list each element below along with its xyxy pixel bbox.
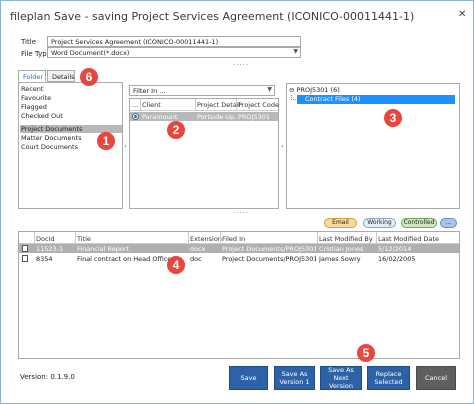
column-divider (34, 232, 35, 243)
save-button[interactable]: Save (229, 366, 268, 390)
modified-date-cell: 5/12/2014 (378, 245, 412, 253)
annotation-badge-6: 6 (80, 68, 98, 86)
document-icon (22, 245, 28, 252)
button-label-line: Replace (375, 370, 402, 378)
column-header[interactable]: Project Detail (197, 101, 240, 109)
column-divider (188, 232, 189, 243)
replace-selected-button[interactable]: Replace Selected (367, 366, 410, 390)
collapse-icon[interactable]: ⊖ (289, 86, 294, 94)
filed-in-cell: Project Documents/PROJ5301/P... (222, 245, 316, 253)
window-title: fileplan Save - saving Project Services … (10, 10, 415, 23)
modified-by-cell: James Sowry (319, 255, 361, 263)
tab-details[interactable]: Details (47, 70, 75, 82)
column-header[interactable]: Last Modified Date (378, 235, 439, 243)
annotation-badge-3: 3 (384, 109, 402, 127)
annotation-badge-4: 4 (167, 256, 185, 274)
column-header[interactable]: Filed In (222, 235, 245, 243)
column-divider (140, 99, 141, 110)
tree-connector (291, 95, 296, 100)
document-icon (22, 255, 28, 262)
annotation-badge-1: 1 (97, 132, 115, 150)
cancel-button-label: Cancel (424, 374, 448, 382)
client-table: ... Client Project Detail Project Code P… (129, 98, 279, 209)
filter-select[interactable]: Filter In ... ▼ (129, 85, 275, 96)
column-header[interactable]: ... (132, 101, 138, 109)
list-item[interactable]: Court Documents (21, 143, 78, 151)
filetype-select[interactable]: Word Document(*.docx) ▼ (47, 47, 301, 58)
column-header[interactable]: DocId (36, 235, 55, 243)
extension-cell: doc (190, 255, 202, 263)
title-cell: Final contract on Head Office (77, 255, 172, 263)
folder-tree-panel: ⊖ PROJ5301 (6) Contract Files (4) (286, 83, 460, 209)
splitter-handle[interactable]: ..... (233, 207, 249, 215)
column-header[interactable]: Project Code (238, 101, 279, 109)
chevron-down-icon: ▼ (267, 86, 272, 93)
button-label-line: Save As Next (328, 366, 354, 382)
button-label-line: Version 1 (279, 378, 310, 386)
list-item[interactable]: Flagged (21, 103, 47, 111)
filed-in-cell: Project Documents/PROJ5301/P... (222, 255, 316, 263)
working-filter-pill[interactable]: Working (363, 218, 396, 228)
controlled-filter-pill[interactable]: Controlled (401, 218, 437, 228)
radio-button[interactable] (132, 113, 139, 120)
annotation-badge-2: 2 (167, 121, 185, 139)
chevron-down-icon: ▼ (293, 48, 298, 55)
tab-folder[interactable]: Folder (18, 70, 46, 82)
client-cell: Paramount (142, 113, 178, 121)
column-header[interactable]: Title (77, 235, 91, 243)
version-text: Version: 0.1.9.0 (20, 373, 75, 381)
column-header[interactable]: Last Modified By (319, 235, 373, 243)
table-row[interactable]: Paramount Portside Up... PROJ5301 (130, 112, 278, 121)
column-divider (376, 232, 377, 243)
save-dialog: fileplan Save - saving Project Services … (0, 0, 474, 404)
modified-by-cell: Cristian Jones (319, 245, 364, 253)
annotation-badge-5: 5 (357, 344, 375, 362)
save-as-next-version-button[interactable]: Save As Next Version (320, 366, 362, 390)
more-filter-pill[interactable]: ... (440, 218, 457, 228)
detail-cell: Portside Up... (197, 113, 236, 121)
docid-cell: 8354 (36, 255, 53, 263)
column-divider (75, 232, 76, 243)
button-label-line: Version (329, 382, 353, 390)
column-divider (236, 99, 237, 110)
splitter-handle[interactable]: ..... (233, 59, 249, 67)
cancel-button[interactable]: Cancel (416, 366, 456, 390)
documents-table: DocId Title Extension Filed In Last Modi… (18, 231, 460, 359)
radio-dot-icon (134, 115, 137, 118)
docid-cell: 11523-1 (36, 245, 64, 253)
tree-node-selected[interactable]: Contract Files (4) (297, 95, 455, 104)
column-divider (220, 232, 221, 243)
table-row[interactable]: 11523-1 Financial Report docx Project Do… (19, 244, 459, 253)
filetype-value: Word Document(*.docx) (51, 49, 130, 57)
title-input[interactable]: Project Services Agreement (ICONICO-0001… (47, 36, 301, 47)
save-button-label: Save (240, 374, 257, 382)
save-as-version-button[interactable]: Save As Version 1 (274, 366, 315, 390)
button-label-line: Save As (281, 370, 308, 378)
header-divider (130, 110, 278, 111)
list-item[interactable]: Matter Documents (21, 134, 82, 142)
column-header[interactable]: Client (142, 101, 161, 109)
list-item[interactable]: Checked Out (21, 112, 63, 120)
column-divider (317, 232, 318, 243)
title-bar: fileplan Save - saving Project Services … (1, 1, 473, 29)
tree-node-label: PROJ5301 (6) (296, 86, 340, 94)
code-cell: PROJ5301 (238, 113, 271, 121)
column-header[interactable]: Extension (190, 235, 222, 243)
table-row[interactable]: 8354 Final contract on Head Office doc P… (19, 254, 459, 263)
filter-value: Filter In ... (133, 87, 166, 95)
list-item[interactable]: Favourite (21, 94, 51, 102)
button-label-line: Selected (374, 378, 403, 386)
close-icon[interactable]: ✕ (458, 9, 466, 20)
tree-node-label: Contract Files (4) (305, 95, 361, 103)
extension-cell: docx (190, 245, 206, 253)
modified-date-cell: 16/02/2005 (378, 255, 416, 263)
title-label: Title (21, 38, 37, 46)
tree-node-root[interactable]: ⊖ PROJ5301 (6) (289, 86, 340, 94)
splitter-handle-vertical[interactable]: • (281, 144, 285, 150)
email-filter-pill[interactable]: Email (324, 218, 357, 228)
column-divider (195, 99, 196, 110)
splitter-handle-vertical[interactable]: • (124, 144, 128, 150)
list-item[interactable]: Recent (21, 85, 43, 93)
title-cell: Financial Report (77, 245, 130, 253)
